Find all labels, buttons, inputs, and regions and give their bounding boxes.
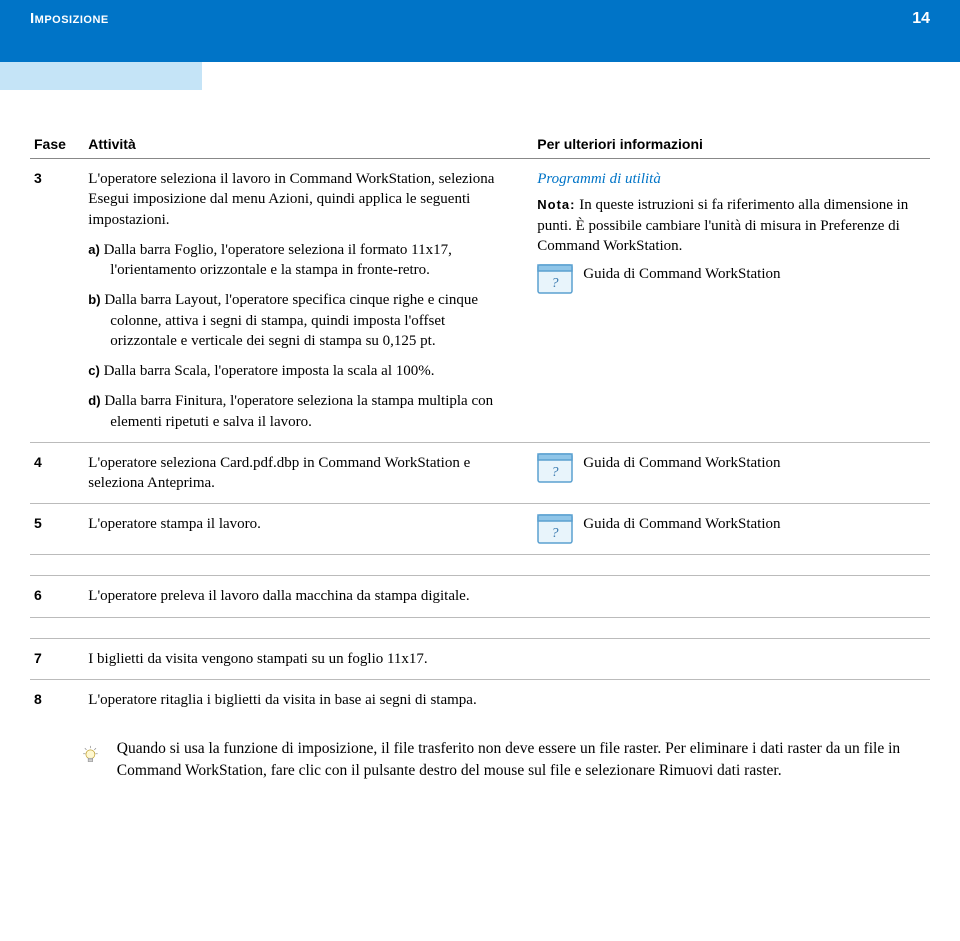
phase-cell: 7 bbox=[30, 638, 84, 679]
activity-cell: I biglietti da visita vengono stampati s… bbox=[84, 638, 533, 679]
sub-item-b: b) Dalla barra Layout, l'operatore speci… bbox=[88, 290, 503, 351]
svg-text:?: ? bbox=[552, 276, 559, 291]
header-bar: Imposizione 14 bbox=[0, 0, 960, 62]
sub-label: a) bbox=[88, 242, 100, 257]
col-activity: Attività bbox=[84, 130, 533, 159]
sub-text: Dalla barra Foglio, l'operatore selezion… bbox=[104, 242, 452, 278]
guide-block: ? Guida di Command WorkStation bbox=[537, 453, 922, 483]
sub-text: Dalla barra Finitura, l'operatore selezi… bbox=[104, 393, 493, 429]
info-cell bbox=[533, 638, 930, 679]
svg-text:?: ? bbox=[552, 526, 559, 541]
tip-text: Quando si usa la funzione di imposizione… bbox=[117, 738, 930, 781]
info-cell: ? Guida di Command WorkStation bbox=[533, 504, 930, 555]
sub-text: Dalla barra Layout, l'operatore specific… bbox=[104, 292, 478, 349]
phase-cell: 3 bbox=[30, 159, 84, 443]
table-row: 4 L'operatore seleziona Card.pdf.dbp in … bbox=[30, 442, 930, 504]
sub-label: c) bbox=[88, 363, 100, 378]
col-phase: Fase bbox=[30, 130, 84, 159]
activity-cell: L'operatore ritaglia i biglietti da visi… bbox=[84, 679, 533, 720]
table-row: 3 L'operatore seleziona il lavoro in Com… bbox=[30, 159, 930, 443]
phase-cell: 5 bbox=[30, 504, 84, 555]
nota-text: In queste istruzioni si fa riferimento a… bbox=[537, 197, 908, 254]
guide-text: Guida di Command WorkStation bbox=[583, 514, 780, 534]
help-window-icon: ? bbox=[537, 264, 573, 294]
table-row: 8 L'operatore ritaglia i biglietti da vi… bbox=[30, 679, 930, 720]
guide-text: Guida di Command WorkStation bbox=[583, 264, 780, 284]
page-title: Imposizione bbox=[30, 10, 109, 27]
info-cell: Programmi di utilità Nota: In queste ist… bbox=[533, 159, 930, 443]
info-cell: ? Guida di Command WorkStation bbox=[533, 442, 930, 504]
lightbulb-icon bbox=[82, 738, 99, 774]
table-row: 5 L'operatore stampa il lavoro. ? Guida … bbox=[30, 504, 930, 555]
spacer-row bbox=[30, 555, 930, 576]
sub-label: d) bbox=[88, 393, 100, 408]
col-info: Per ulteriori informazioni bbox=[533, 130, 930, 159]
guide-block: ? Guida di Command WorkStation bbox=[537, 514, 922, 544]
phase-cell: 6 bbox=[30, 576, 84, 617]
sub-text: Dalla barra Scala, l'operatore imposta l… bbox=[104, 363, 435, 379]
phase-cell: 4 bbox=[30, 442, 84, 504]
help-window-icon: ? bbox=[537, 514, 573, 544]
svg-text:?: ? bbox=[552, 465, 559, 480]
spacer-row bbox=[30, 617, 930, 638]
page-number: 14 bbox=[912, 10, 930, 28]
activity-cell: L'operatore stampa il lavoro. bbox=[84, 504, 533, 555]
info-cell bbox=[533, 679, 930, 720]
info-cell bbox=[533, 576, 930, 617]
guide-text: Guida di Command WorkStation bbox=[583, 453, 780, 473]
sub-item-d: d) Dalla barra Finitura, l'operatore sel… bbox=[88, 391, 503, 432]
content-area: Fase Attività Per ulteriori informazioni… bbox=[0, 90, 960, 720]
help-window-icon: ? bbox=[537, 453, 573, 483]
phase-cell: 8 bbox=[30, 679, 84, 720]
activity-cell: L'operatore seleziona il lavoro in Comma… bbox=[84, 159, 533, 443]
nota-label: Nota: bbox=[537, 197, 575, 212]
info-link[interactable]: Programmi di utilità bbox=[537, 169, 922, 189]
activity-cell: L'operatore preleva il lavoro dalla macc… bbox=[84, 576, 533, 617]
activity-cell: L'operatore seleziona Card.pdf.dbp in Co… bbox=[84, 442, 533, 504]
nota-block: Nota: In queste istruzioni si fa riferim… bbox=[537, 195, 922, 256]
tip-row: Quando si usa la funzione di imposizione… bbox=[0, 720, 960, 781]
table-row: 6 L'operatore preleva il lavoro dalla ma… bbox=[30, 576, 930, 617]
guide-block: ? Guida di Command WorkStation bbox=[537, 264, 922, 294]
sub-item-c: c) Dalla barra Scala, l'operatore impost… bbox=[88, 361, 503, 381]
sub-label: b) bbox=[88, 292, 100, 307]
sub-item-a: a) Dalla barra Foglio, l'operatore selez… bbox=[88, 240, 503, 281]
sub-header-bar bbox=[0, 62, 202, 90]
workflow-table: Fase Attività Per ulteriori informazioni… bbox=[30, 130, 930, 720]
table-row: 7 I biglietti da visita vengono stampati… bbox=[30, 638, 930, 679]
activity-intro: L'operatore seleziona il lavoro in Comma… bbox=[88, 169, 503, 230]
